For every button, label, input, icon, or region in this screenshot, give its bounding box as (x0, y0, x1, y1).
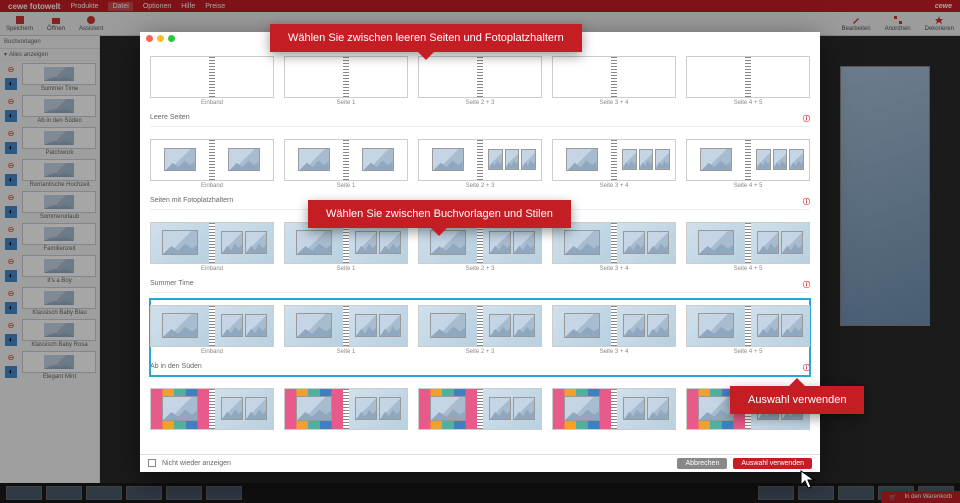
modal-overlay: EinbandSeite 1Seite 2 + 3Seite 3 + 4Seit… (0, 0, 960, 503)
dont-show-checkbox[interactable] (148, 459, 156, 467)
info-icon[interactable]: ⓘ (803, 114, 810, 124)
template-card[interactable]: Seite 1 (284, 305, 408, 355)
template-card[interactable]: Seite 1 (284, 56, 408, 106)
section-title: Ab in den Südenⓘ (150, 361, 810, 376)
section-title: Leere Seitenⓘ (150, 112, 810, 127)
template-card[interactable]: Seite 4 + 5 (686, 56, 810, 106)
template-card[interactable] (284, 388, 408, 432)
template-card[interactable]: Seite 3 + 4 (552, 139, 676, 189)
minimize-icon[interactable] (157, 35, 164, 42)
cancel-button[interactable]: Abbrechen (677, 458, 727, 469)
info-icon[interactable]: ⓘ (803, 280, 810, 290)
template-card[interactable]: Seite 3 + 4 (552, 305, 676, 355)
close-icon[interactable] (146, 35, 153, 42)
callout-middle: Wählen Sie zwischen Buchvorlagen und Sti… (308, 200, 571, 228)
template-card[interactable]: Einband (150, 56, 274, 106)
callout-top: Wählen Sie zwischen leeren Seiten und Fo… (270, 24, 582, 52)
cursor-icon (800, 470, 816, 495)
info-icon[interactable]: ⓘ (803, 197, 810, 207)
template-card[interactable] (418, 388, 542, 432)
template-card[interactable]: Einband (150, 305, 274, 355)
template-card[interactable] (150, 388, 274, 432)
template-section: EinbandSeite 1Seite 2 + 3Seite 3 + 4Seit… (150, 299, 810, 376)
template-card[interactable]: Einband (150, 139, 274, 189)
template-card[interactable]: Seite 4 + 5 (686, 139, 810, 189)
modal-footer: Nicht wieder anzeigen Abbrechen Auswahl … (140, 454, 820, 472)
callout-apply: Auswahl verwenden (730, 386, 864, 414)
template-section (150, 382, 810, 438)
template-card[interactable] (552, 388, 676, 432)
template-card[interactable]: Einband (150, 222, 274, 272)
template-chooser-modal: EinbandSeite 1Seite 2 + 3Seite 3 + 4Seit… (140, 32, 820, 472)
template-card[interactable]: Seite 2 + 3 (418, 305, 542, 355)
template-card[interactable]: Seite 3 + 4 (552, 222, 676, 272)
template-card[interactable]: Seite 2 + 3 (418, 139, 542, 189)
template-card[interactable]: Seite 4 + 5 (686, 305, 810, 355)
apply-button[interactable]: Auswahl verwenden (733, 458, 812, 469)
template-card[interactable]: Seite 4 + 5 (686, 222, 810, 272)
zoom-icon[interactable] (168, 35, 175, 42)
template-card[interactable]: Seite 2 + 3 (418, 56, 542, 106)
dont-show-label: Nicht wieder anzeigen (162, 460, 231, 467)
template-section: EinbandSeite 1Seite 2 + 3Seite 3 + 4Seit… (150, 133, 810, 210)
template-section: EinbandSeite 1Seite 2 + 3Seite 3 + 4Seit… (150, 50, 810, 127)
template-card[interactable]: Seite 1 (284, 222, 408, 272)
section-title: Summer Timeⓘ (150, 278, 810, 293)
template-card[interactable]: Seite 1 (284, 139, 408, 189)
template-card[interactable]: Seite 3 + 4 (552, 56, 676, 106)
